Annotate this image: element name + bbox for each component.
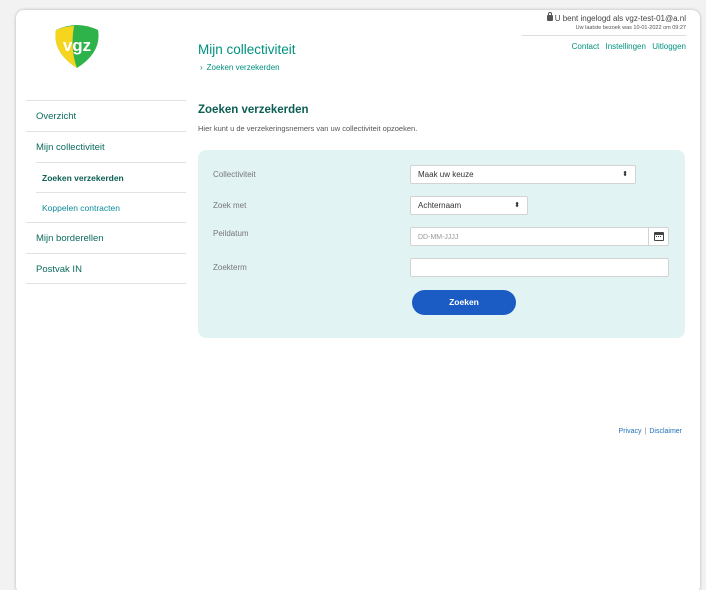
- sidebar-item-mijn-collectiviteit[interactable]: Mijn collectiviteit: [26, 131, 186, 162]
- sidebar-item-zoeken-verzekerden[interactable]: Zoeken verzekerden: [36, 162, 186, 192]
- top-links: Contact Instellingen Uitloggen: [568, 42, 686, 51]
- lock-icon: [546, 12, 553, 21]
- chevron-right-icon: ›: [200, 63, 203, 72]
- sidebar-item-overzicht[interactable]: Overzicht: [26, 100, 186, 131]
- page-frame: vgz U bent ingelogd als vgz-test-01@a.nl…: [16, 10, 700, 590]
- calendar-icon: [654, 232, 664, 241]
- privacy-link[interactable]: Privacy: [619, 428, 642, 435]
- breadcrumb[interactable]: › Zoeken verzekerden: [200, 63, 280, 72]
- collectiviteit-label: Collectiviteit: [213, 170, 256, 179]
- peildatum-label: Peildatum: [213, 229, 249, 238]
- intro-text: Hier kunt u de verzekeringsnemers van uw…: [198, 124, 418, 133]
- sidebar: Overzicht Mijn collectiviteit Zoeken ver…: [26, 100, 186, 284]
- zoekterm-label: Zoekterm: [213, 263, 247, 272]
- zoekmet-value: Achternaam: [418, 201, 462, 210]
- collectiviteit-value: Maak uw keuze: [418, 170, 474, 179]
- header-divider: [522, 35, 686, 36]
- last-visit-text: Uw laatste bezoek was 10-01-2022 om 09:2…: [575, 25, 686, 31]
- uitloggen-link[interactable]: Uitloggen: [652, 42, 686, 51]
- logged-in-text: U bent ingelogd als vgz-test-01@a.nl: [522, 12, 686, 23]
- peildatum-input[interactable]: DD-MM-JJJJ: [410, 227, 669, 246]
- zoeken-button[interactable]: Zoeken: [412, 290, 516, 315]
- sidebar-item-koppelen-contracten[interactable]: Koppelen contracten: [36, 192, 186, 222]
- footer-links: Privacy | Disclaimer: [619, 428, 682, 435]
- disclaimer-link[interactable]: Disclaimer: [649, 428, 682, 435]
- sidebar-item-postvak-in[interactable]: Postvak IN: [26, 253, 186, 284]
- select-arrows-icon: ⬍: [514, 202, 520, 209]
- zoekmet-label: Zoek met: [213, 201, 247, 210]
- sidebar-item-mijn-borderellen[interactable]: Mijn borderellen: [26, 222, 186, 253]
- collectiviteit-select[interactable]: Maak uw keuze ⬍: [410, 165, 636, 184]
- vgz-logo[interactable]: vgz: [50, 22, 104, 70]
- page-title: Mijn collectiviteit: [198, 42, 296, 57]
- select-arrows-icon: ⬍: [622, 171, 628, 178]
- instellingen-link[interactable]: Instellingen: [605, 42, 645, 51]
- breadcrumb-label: Zoeken verzekerden: [206, 63, 280, 72]
- svg-text:vgz: vgz: [63, 36, 91, 55]
- contact-link[interactable]: Contact: [572, 42, 600, 51]
- zoekmet-select[interactable]: Achternaam ⬍: [410, 196, 528, 215]
- footer-separator: |: [644, 428, 647, 435]
- zoekterm-input[interactable]: [410, 258, 669, 277]
- calendar-button[interactable]: [648, 228, 668, 245]
- peildatum-placeholder: DD-MM-JJJJ: [418, 234, 459, 241]
- section-title: Zoeken verzekerden: [198, 104, 309, 116]
- user-info: U bent ingelogd als vgz-test-01@a.nl Uw …: [522, 12, 686, 36]
